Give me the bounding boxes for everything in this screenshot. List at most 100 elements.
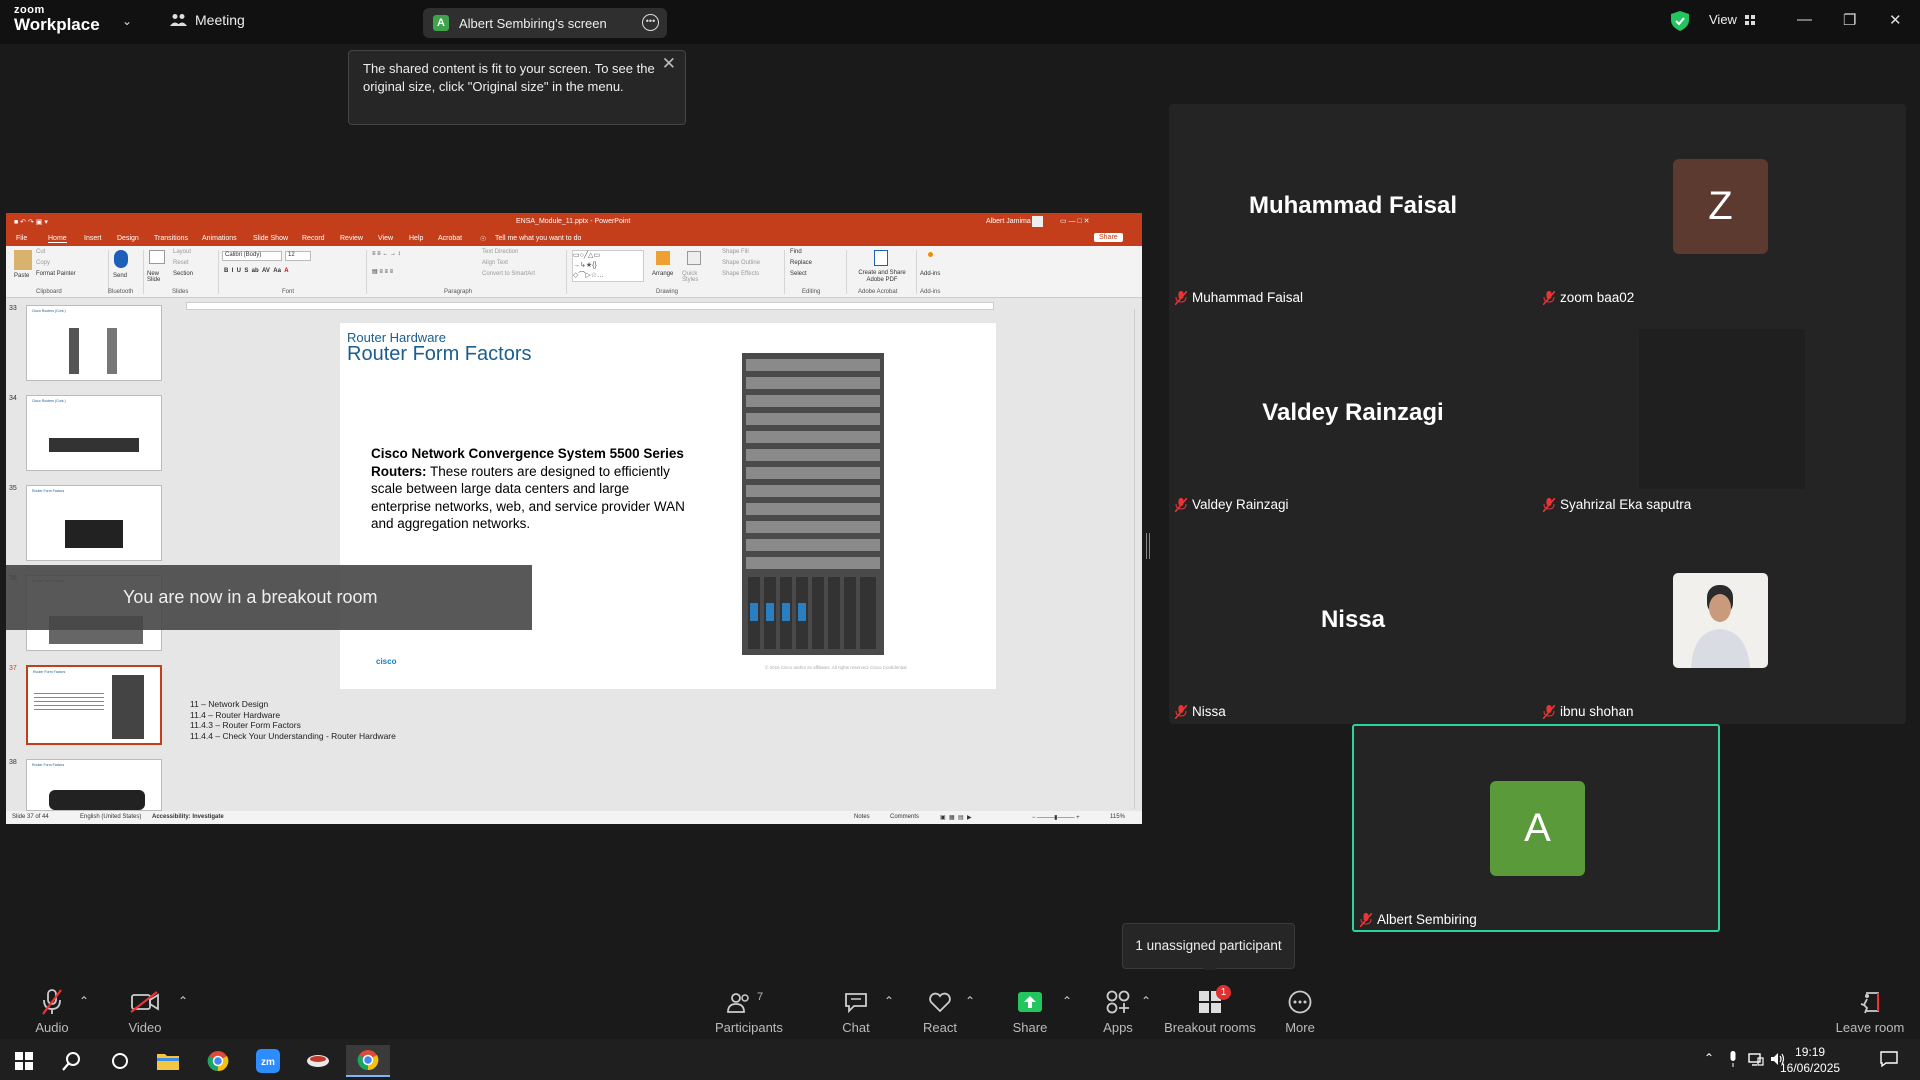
arrange-icon[interactable] [656, 251, 670, 265]
tab-view[interactable]: View [378, 235, 393, 242]
send-label[interactable]: Send [113, 273, 127, 279]
file-explorer-icon[interactable] [146, 1045, 190, 1077]
slide-thumbnail-35[interactable]: Router Form Factors [26, 485, 162, 561]
slide-thumbnail-34[interactable]: Cisco Routers (Cont.) [26, 395, 162, 471]
arrange-label[interactable]: Arrange [652, 271, 673, 277]
video-button[interactable]: Video [125, 988, 165, 1035]
tab-review[interactable]: Review [340, 235, 363, 242]
tab-animations[interactable]: Animations [202, 235, 237, 242]
shared-screen-tab[interactable]: A Albert Sembiring's screen ••• [423, 8, 667, 38]
shared-powerpoint-window[interactable]: ■ ↶ ↷ ▣ ▾ ENSA_Module_11.pptx - PowerPoi… [6, 213, 1142, 824]
bluetooth-icon[interactable] [114, 250, 128, 268]
chat-button[interactable]: Chat [836, 988, 876, 1035]
shape-fill-button[interactable]: Shape Fill [722, 249, 749, 255]
close-tooltip-icon[interactable]: ✕ [662, 55, 676, 73]
font-name-select[interactable]: Calibri (Body) [222, 251, 282, 261]
add-ins-label[interactable]: Add-ins [920, 271, 940, 277]
create-share-pdf-label[interactable]: Create and Share Adobe PDF [852, 270, 912, 284]
meeting-menu-button[interactable]: Meeting [170, 12, 245, 28]
list-buttons[interactable]: ≡ ≡ ← → ↕ [372, 251, 401, 257]
chevron-down-icon[interactable]: ⌄ [122, 14, 132, 28]
tab-insert[interactable]: Insert [84, 235, 102, 242]
status-comments-button[interactable]: Comments [890, 814, 919, 820]
slide-thumbnail-37-selected[interactable]: Router Form Factors [26, 665, 162, 745]
copy-button[interactable]: Copy [36, 260, 50, 266]
slide-thumbnail-38[interactable]: Router Form Factors [26, 759, 162, 811]
share-options-caret-icon[interactable]: ⌃ [1062, 994, 1072, 1008]
find-button[interactable]: Find [790, 249, 802, 255]
shape-effects-button[interactable]: Shape Effects [722, 271, 759, 277]
windows-start-icon[interactable] [2, 1045, 46, 1077]
reset-button[interactable]: Reset [173, 260, 189, 266]
add-ins-icon[interactable] [928, 252, 933, 257]
minimize-icon[interactable]: — [1797, 11, 1812, 28]
align-text-button[interactable]: Align Text [482, 260, 508, 266]
view-button[interactable]: View [1709, 12, 1755, 27]
ppt-user-avatar[interactable] [1032, 216, 1043, 227]
close-icon[interactable]: ✕ [1889, 11, 1902, 29]
search-icon[interactable] [50, 1045, 94, 1077]
more-button[interactable]: More [1280, 988, 1320, 1035]
shape-outline-button[interactable]: Shape Outline [722, 260, 760, 266]
status-zoom-level[interactable]: 115% [1110, 814, 1125, 820]
format-painter-button[interactable]: Format Painter [36, 271, 76, 277]
slide-thumbnail-33[interactable]: Cisco Routers (Cont.) [26, 305, 162, 381]
tab-record[interactable]: Record [302, 235, 325, 242]
text-direction-button[interactable]: Text Direction [482, 249, 518, 255]
tab-help[interactable]: Help [409, 235, 423, 242]
convert-smartart-button[interactable]: Convert to SmartArt [482, 271, 535, 277]
select-button[interactable]: Select [790, 271, 807, 277]
task-view-icon[interactable] [98, 1045, 142, 1077]
ppt-quick-access-icons[interactable]: ■ ↶ ↷ ▣ ▾ [14, 218, 48, 226]
slide-scrollbar[interactable] [1134, 309, 1142, 809]
tab-slide-show[interactable]: Slide Show [253, 235, 288, 242]
zoom-app-icon[interactable]: zm [246, 1045, 290, 1077]
audio-button[interactable]: Audio [32, 988, 72, 1035]
chrome-icon[interactable] [196, 1045, 240, 1077]
breakout-rooms-button[interactable]: 1 Breakout rooms [1163, 985, 1257, 1035]
tab-design[interactable]: Design [117, 235, 139, 242]
chrome-active-icon[interactable] [346, 1045, 390, 1077]
replace-button[interactable]: Replace [790, 260, 812, 266]
slide-thumbnail-panel[interactable]: 33 Cisco Routers (Cont.) 34 Cisco Router… [6, 299, 178, 811]
react-options-caret-icon[interactable]: ⌃ [965, 994, 975, 1008]
taskbar-clock[interactable]: 19:19 16/06/2025 [1780, 1044, 1840, 1076]
security-shield-icon[interactable] [1671, 11, 1689, 31]
tab-transitions[interactable]: Transitions [154, 235, 188, 242]
font-size-select[interactable]: 12 [285, 251, 311, 261]
quick-styles-icon[interactable] [687, 251, 701, 265]
paste-label[interactable]: Paste [14, 273, 29, 279]
zoom-workplace-logo[interactable]: zoom Workplace [14, 5, 100, 34]
apps-button[interactable]: Apps [1098, 988, 1138, 1035]
tab-file[interactable]: File [16, 235, 27, 242]
layout-button[interactable]: Layout [173, 249, 191, 255]
zoom-slider[interactable]: − ────▮──── + [1032, 814, 1080, 821]
align-buttons[interactable]: ▤ ≡ ≡ ≡ [372, 268, 393, 275]
bold-italic-underline-buttons[interactable]: B I U S ab AV Aa A [224, 268, 289, 274]
tab-home[interactable]: Home [48, 235, 67, 243]
share-button[interactable]: Share [1010, 988, 1050, 1035]
tray-chevron-icon[interactable]: ⌃ [1704, 1051, 1714, 1065]
ppt-share-button[interactable]: Share [1094, 233, 1123, 242]
cut-button[interactable]: Cut [36, 249, 45, 255]
quick-styles-label[interactable]: Quick Styles [682, 271, 704, 283]
notifications-icon[interactable] [1880, 1051, 1898, 1067]
restore-icon[interactable]: ❐ [1843, 11, 1856, 29]
shapes-gallery[interactable]: ▭○╱△▭ →↳★{} ◇⌒▷☆… [572, 250, 644, 282]
paste-icon[interactable] [14, 250, 32, 270]
tab-acrobat[interactable]: Acrobat [438, 235, 462, 242]
participants-button[interactable]: 7 Participants [715, 988, 783, 1035]
view-mode-buttons[interactable]: ▣ ▦ ▤ ▶ [940, 814, 972, 821]
new-slide-icon[interactable] [149, 250, 165, 264]
audio-options-caret-icon[interactable]: ⌃ [79, 994, 89, 1008]
more-options-icon[interactable]: ••• [642, 14, 659, 31]
speaker-notes[interactable]: 11 – Network Design 11.4 – Router Hardwa… [190, 699, 396, 741]
tell-me-search[interactable]: Tell me what you want to do [495, 235, 581, 242]
cisco-packet-tracer-icon[interactable] [296, 1045, 340, 1077]
status-language[interactable]: English (United States) [80, 814, 141, 820]
apps-options-caret-icon[interactable]: ⌃ [1141, 994, 1151, 1008]
tray-mic-icon[interactable] [1728, 1051, 1738, 1067]
react-button[interactable]: React [920, 988, 960, 1035]
status-accessibility[interactable]: Accessibility: Investigate [152, 814, 224, 820]
leave-room-button[interactable]: Leave room [1835, 988, 1905, 1035]
